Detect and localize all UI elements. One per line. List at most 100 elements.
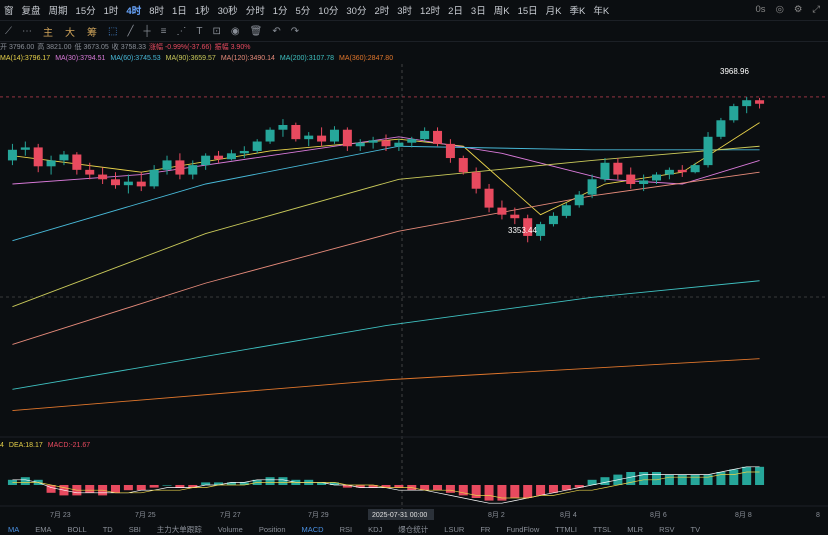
macd-bar: [600, 477, 610, 485]
candle-body: [381, 140, 391, 147]
candle-body: [587, 179, 597, 195]
macd-bar: [729, 469, 739, 485]
indicator-tab-volume[interactable]: Volume: [218, 525, 243, 534]
candle-body: [59, 154, 69, 161]
indicator-tab-ema[interactable]: EMA: [35, 525, 51, 534]
candle-body: [639, 180, 649, 184]
high-price-label: 3968.96: [720, 67, 749, 76]
indicator-tab-ma[interactable]: MA: [8, 525, 19, 534]
candle-body: [458, 158, 468, 173]
candle-body: [98, 174, 108, 180]
macd-bar: [690, 474, 700, 485]
candle-body: [72, 154, 82, 170]
candle-body: [729, 106, 739, 121]
ma-line: [12, 145, 760, 242]
x-axis-label: 8: [816, 512, 820, 519]
x-axis-label: 8月 4: [560, 511, 577, 519]
price-chart[interactable]: 3968.96 3353.44 2025-07-31 00:00 7月 23 7月 2…: [0, 0, 828, 524]
candle-body: [20, 147, 30, 150]
macd-bar: [536, 485, 546, 496]
x-axis-label: 7月 23: [50, 511, 71, 519]
candle-body: [342, 129, 352, 147]
candle-body: [278, 125, 288, 130]
candle-body: [368, 140, 378, 143]
candle-body: [304, 135, 314, 140]
indicator-tab-kdj[interactable]: KDJ: [368, 525, 382, 534]
x-axis-label: 8月 6: [650, 511, 667, 519]
candle-body: [690, 165, 700, 173]
indicator-tab-sbi[interactable]: SBI: [129, 525, 141, 534]
macd-bar: [652, 472, 662, 485]
candle-body: [33, 147, 43, 167]
candle-body: [433, 130, 443, 144]
indicator-tab-mlr[interactable]: MLR: [627, 525, 643, 534]
indicator-tab-fundflow[interactable]: FundFlow: [506, 525, 539, 534]
indicator-tab-td[interactable]: TD: [103, 525, 113, 534]
low-price-label: 3353.44: [508, 226, 537, 235]
candle-body: [175, 160, 185, 175]
indicator-tab-position[interactable]: Position: [259, 525, 286, 534]
macd-bar: [742, 466, 752, 485]
macd-bar: [394, 485, 404, 488]
candle-body: [201, 155, 211, 166]
candle-body: [291, 125, 301, 140]
indicator-tab-rsi[interactable]: RSI: [340, 525, 353, 534]
macd-bar: [510, 485, 520, 498]
x-axis-label: 7月 27: [220, 511, 241, 519]
candle-body: [7, 149, 17, 161]
indicator-tabs: MA EMA BOLL TD SBI 主力大单跟踪 Volume Position MACD RS…: [0, 524, 828, 534]
indicator-tab-爆仓统计[interactable]: 爆仓统计: [398, 524, 428, 535]
candle-body: [536, 224, 546, 236]
macd-bar: [201, 482, 211, 485]
macd-bar: [162, 485, 172, 486]
candle-body: [677, 169, 687, 173]
macd-bar: [755, 466, 765, 485]
candle-body: [600, 162, 610, 180]
crosshair-time-label: 2025-07-31 00:00: [372, 512, 427, 519]
x-axis-label: 8月 8: [735, 511, 752, 519]
candle-body: [226, 153, 236, 160]
indicator-tab-ttsl[interactable]: TTSL: [593, 525, 611, 534]
candle-body: [239, 150, 249, 154]
macd-bar: [85, 485, 95, 493]
candle-body: [742, 100, 752, 107]
indicator-tab-tv[interactable]: TV: [691, 525, 701, 534]
x-axis-label: 7月 25: [135, 511, 156, 519]
candle-body: [613, 162, 623, 175]
x-axis-label: 7月 29: [308, 511, 329, 519]
indicator-tab-ttmli[interactable]: TTMLI: [555, 525, 577, 534]
candle-body: [329, 129, 339, 142]
candle-body: [420, 130, 430, 140]
indicator-tab-macd[interactable]: MACD: [302, 525, 324, 534]
indicator-tab-rsv[interactable]: RSV: [659, 525, 674, 534]
candle-body: [355, 142, 365, 147]
macd-bar: [677, 474, 687, 485]
macd-bar: [548, 485, 558, 493]
candle-body: [652, 174, 662, 181]
macd-bar: [471, 485, 481, 498]
macd-bar: [265, 477, 275, 485]
candle-body: [394, 142, 404, 147]
indicator-tab-主力大单跟踪[interactable]: 主力大单跟踪: [157, 524, 202, 535]
candle-body: [162, 160, 172, 170]
candle-body: [252, 141, 262, 151]
candle-body: [46, 160, 56, 167]
candle-body: [626, 174, 636, 184]
macd-bar: [639, 472, 649, 485]
macd-bar: [110, 485, 120, 493]
indicator-tab-fr[interactable]: FR: [480, 525, 490, 534]
macd-bar: [433, 485, 443, 491]
indicator-tab-boll[interactable]: BOLL: [68, 525, 87, 534]
macd-bar: [445, 485, 455, 493]
macd-bar: [149, 485, 159, 488]
candle-body: [716, 120, 726, 137]
candle-body: [149, 169, 159, 187]
candle-body: [484, 188, 494, 208]
macd-bar: [123, 485, 133, 491]
macd-bar: [523, 485, 533, 498]
indicator-tab-lsur[interactable]: LSUR: [444, 525, 464, 534]
candle-body: [85, 169, 95, 175]
candle-body: [123, 181, 133, 186]
ma-line: [12, 171, 760, 345]
macd-bar: [278, 477, 288, 485]
